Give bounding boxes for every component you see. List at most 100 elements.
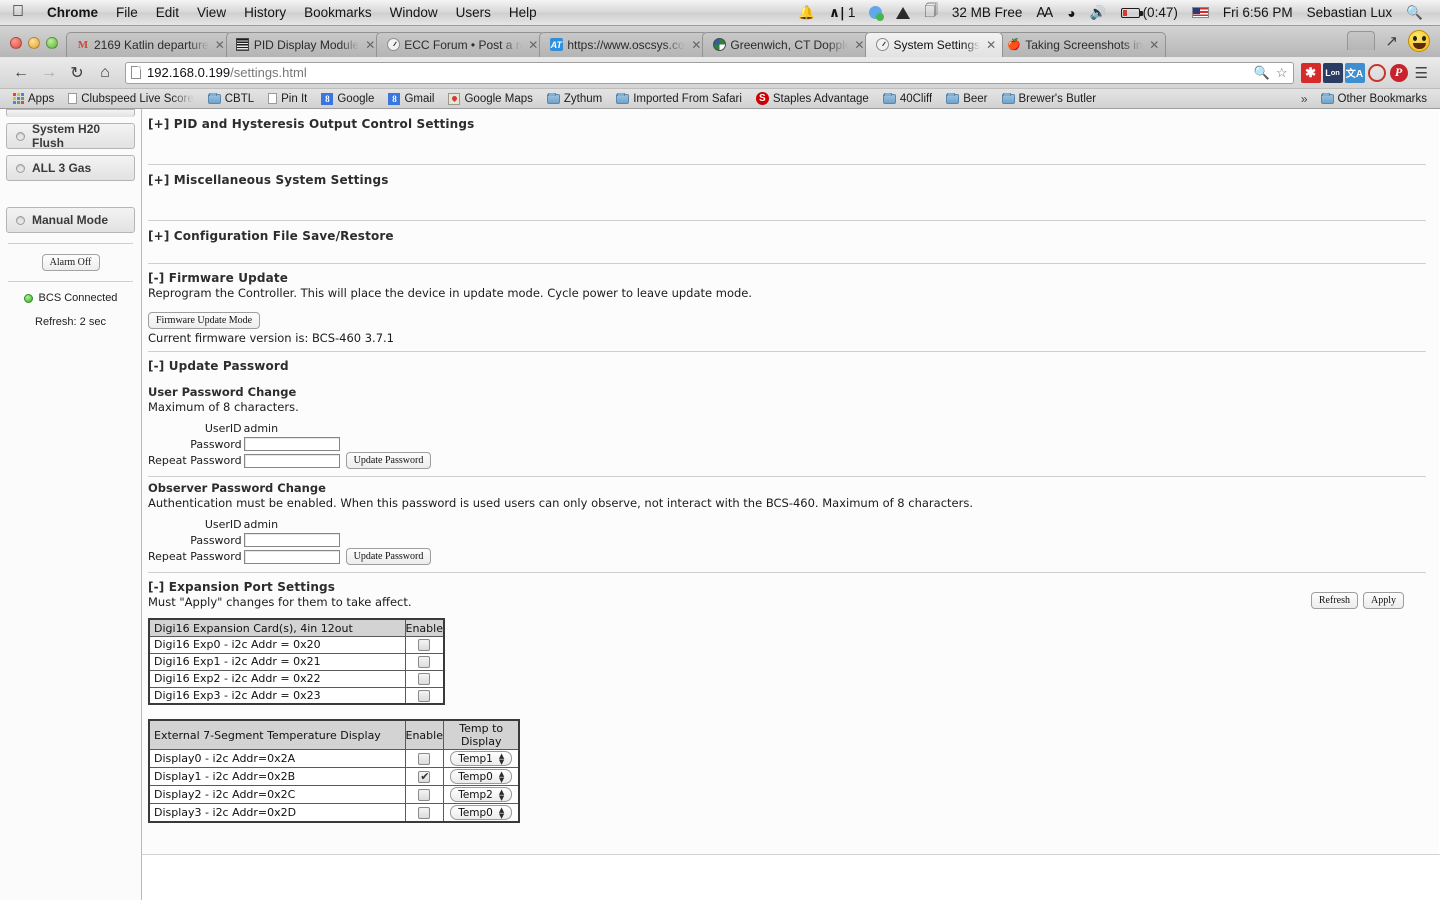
bookmark-apps[interactable]: Apps xyxy=(6,93,61,105)
display-enable-cell[interactable] xyxy=(404,767,444,787)
checkbox-icon[interactable] xyxy=(418,656,431,669)
battery-icon[interactable]: (0:47) xyxy=(1114,5,1185,20)
section-header-misc-system[interactable]: [+] Miscellaneous System Settings xyxy=(148,173,1426,187)
browser-tab-gmail[interactable]: M 2169 Katlin departure ✕ xyxy=(66,31,232,57)
browser-tab-taking-screenshots[interactable]: 🍎 Taking Screenshots in M ✕ xyxy=(997,31,1167,57)
magnifier-icon[interactable]: 🔍 xyxy=(1254,65,1270,81)
forward-arrow-icon[interactable]: → xyxy=(36,61,62,85)
checkbox-icon[interactable] xyxy=(418,807,431,820)
back-arrow-icon[interactable]: ← xyxy=(8,61,34,85)
temp-select-display2[interactable]: Temp2 ▲ ▼ xyxy=(450,787,513,803)
home-icon[interactable]: ⌂ xyxy=(92,61,118,85)
temp-select-display1[interactable]: Temp0 ▲ ▼ xyxy=(450,769,513,785)
clock-label[interactable]: Fri 6:56 PM xyxy=(1216,5,1300,20)
new-tab-button[interactable] xyxy=(1347,31,1376,51)
section-header-update-password[interactable]: [-] Update Password xyxy=(148,359,1426,373)
menu-item-users[interactable]: Users xyxy=(447,5,500,20)
user-name-label[interactable]: Sebastian Lux xyxy=(1300,5,1400,20)
pinterest-ext-icon[interactable]: P xyxy=(1389,63,1409,83)
menu-item-bookmarks[interactable]: Bookmarks xyxy=(295,5,381,20)
page-info-icon[interactable] xyxy=(131,66,141,80)
display-enable-cell[interactable] xyxy=(404,749,444,769)
zoom-window-button[interactable] xyxy=(46,36,58,49)
user-password-input[interactable] xyxy=(243,437,340,452)
sidebar-button-clipped[interactable] xyxy=(6,109,135,118)
bookmarks-overflow-icon[interactable]: » xyxy=(1295,92,1314,106)
spotlight-search-icon[interactable]: 🔍 xyxy=(1399,5,1430,21)
bookmark-zythum[interactable]: Zythum xyxy=(540,92,609,105)
reload-icon[interactable]: ↻ xyxy=(64,61,90,85)
translate-ext-icon[interactable]: 文A xyxy=(1344,62,1365,83)
checkbox-icon[interactable] xyxy=(418,690,431,703)
tab-close-icon[interactable]: ✕ xyxy=(213,38,225,52)
bookmark-imported-from-safari[interactable]: Imported From Safari xyxy=(609,92,749,105)
display-enable-cell[interactable] xyxy=(404,785,444,805)
browser-tab-oscsys[interactable]: AT https://www.oscsys.con ✕ xyxy=(539,31,709,57)
bookmark-40cliff[interactable]: 40Cliff xyxy=(876,92,939,105)
browser-tab-doppler[interactable]: Greenwich, CT Doppler ✕ xyxy=(702,31,872,57)
menu-item-window[interactable]: Window xyxy=(381,5,447,20)
user-update-password-button[interactable]: Update Password xyxy=(345,452,432,470)
address-bar[interactable]: 192.168.0.199/settings.html 🔍 ☆ xyxy=(125,61,1294,84)
digi16-enable-cell[interactable] xyxy=(404,686,445,705)
avatar-smiley-icon[interactable] xyxy=(1408,29,1430,52)
bookmark-beer[interactable]: Beer xyxy=(939,92,994,105)
display-temp-cell[interactable]: Temp0 ▲ ▼ xyxy=(442,767,520,787)
menu-item-chrome[interactable]: Chrome xyxy=(38,5,107,20)
browser-tab-pid-display-module[interactable]: PID Display Module ✕ xyxy=(225,31,383,57)
bookmark-google-maps[interactable]: Google Maps xyxy=(441,92,539,105)
menu-item-help[interactable]: Help xyxy=(500,5,546,20)
adobe-creative-cloud-icon[interactable]: ∧| 1 xyxy=(822,5,862,21)
bluetooth-icon[interactable]: Ꜳ xyxy=(1029,5,1060,21)
menu-item-edit[interactable]: Edit xyxy=(147,5,188,20)
sidebar-button-all-3-gas[interactable]: ALL 3 Gas xyxy=(6,155,135,182)
section-header-firmware-update[interactable]: [-] Firmware Update xyxy=(148,271,1426,285)
user-repeat-password-input[interactable] xyxy=(243,453,340,468)
checkbox-icon[interactable] xyxy=(418,673,431,686)
display-temp-cell[interactable]: Temp1 ▲ ▼ xyxy=(442,749,520,769)
tab-close-icon[interactable]: ✕ xyxy=(984,38,996,52)
star-icon[interactable]: ☆ xyxy=(1276,65,1288,81)
bookmark-staples-advantage[interactable]: S Staples Advantage xyxy=(749,92,876,105)
sidebar-button-manual-mode[interactable]: Manual Mode xyxy=(6,207,135,234)
digi16-enable-cell[interactable] xyxy=(404,652,445,671)
google-drive-icon[interactable] xyxy=(889,6,917,19)
memory-status[interactable]: 32 MB Free xyxy=(945,5,1030,20)
bookmark-clubspeed[interactable]: Clubspeed Live Score xyxy=(61,93,201,105)
minimize-window-button[interactable] xyxy=(28,36,40,49)
bookmark-brewers-butler[interactable]: Brewer's Butler xyxy=(995,92,1104,105)
menu-item-history[interactable]: History xyxy=(235,5,295,20)
apply-button[interactable]: Apply xyxy=(1363,592,1404,610)
display-temp-cell[interactable]: Temp2 ▲ ▼ xyxy=(442,785,520,805)
adblock-ext-icon[interactable] xyxy=(1367,63,1387,83)
section-header-config-file[interactable]: [+] Configuration File Save/Restore xyxy=(148,229,1426,243)
temp-select-display0[interactable]: Temp1 ▲ ▼ xyxy=(450,751,513,767)
dropbox-icon[interactable] xyxy=(862,6,889,21)
digi16-enable-cell[interactable] xyxy=(404,669,445,688)
bell-icon[interactable]: 🔔 xyxy=(791,5,822,21)
lastpass-ext-icon[interactable]: Lon xyxy=(1322,62,1343,83)
bookmark-pin-it[interactable]: Pin It xyxy=(261,93,314,105)
fullscreen-expand-icon[interactable]: ↗ xyxy=(1385,32,1398,50)
bookmark-other-bookmarks[interactable]: Other Bookmarks xyxy=(1314,92,1434,105)
display-enable-cell[interactable] xyxy=(404,803,444,823)
hamburger-menu-icon[interactable]: ☰ xyxy=(1411,64,1432,82)
wifi-icon[interactable]: ◕ xyxy=(1060,5,1082,21)
checkbox-icon[interactable] xyxy=(418,639,431,652)
copy-icon[interactable]: 🗍 xyxy=(917,1,945,24)
close-window-button[interactable] xyxy=(10,36,22,49)
bookmark-google[interactable]: 8 Google xyxy=(314,92,381,105)
tab-close-icon[interactable]: ✕ xyxy=(689,38,701,52)
refresh-button[interactable]: Refresh xyxy=(1310,592,1358,610)
browser-tab-ecc-forum[interactable]: ECC Forum • Post a repl ✕ xyxy=(376,31,546,57)
firmware-update-mode-button[interactable]: Firmware Update Mode xyxy=(148,312,261,330)
observer-update-password-button[interactable]: Update Password xyxy=(345,548,432,566)
tab-close-icon[interactable]: ✕ xyxy=(363,38,375,52)
bookmark-gmail[interactable]: 8 Gmail xyxy=(381,92,441,105)
tab-close-icon[interactable]: ✕ xyxy=(1147,38,1159,52)
observer-password-input[interactable] xyxy=(243,533,340,548)
observer-repeat-password-input[interactable] xyxy=(243,549,340,564)
tab-close-icon[interactable]: ✕ xyxy=(526,38,538,52)
us-flag-icon[interactable] xyxy=(1185,7,1216,18)
digi16-enable-cell[interactable] xyxy=(404,635,445,654)
